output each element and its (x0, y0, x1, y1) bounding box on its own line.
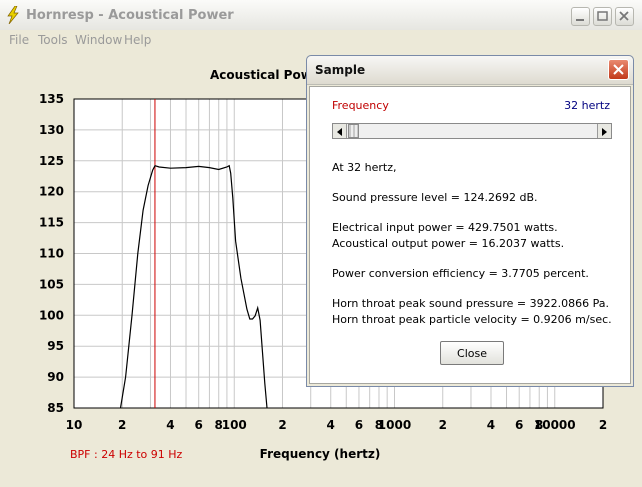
frequency-value: 32 hertz (564, 99, 610, 112)
menu-help[interactable]: Help (124, 33, 151, 47)
scroll-right-button[interactable] (597, 124, 611, 138)
x-tick-label: 4 (166, 418, 174, 432)
close-button-dialog[interactable]: Close (440, 341, 504, 365)
bpf-footnote: BPF : 24 Hz to 91 Hz (70, 448, 183, 461)
minimize-button[interactable] (571, 7, 590, 26)
title-bar[interactable]: Hornresp - Acoustical Power (0, 0, 642, 31)
x-tick-label: 10000 (534, 418, 576, 432)
menu-tools[interactable]: Tools (38, 33, 68, 47)
throat-velocity-text: Horn throat peak particle velocity = 0.9… (332, 313, 612, 326)
minimize-icon (576, 19, 584, 21)
slider-thumb[interactable] (348, 124, 359, 138)
x-tick-label: 100 (222, 418, 247, 432)
x-axis-label: Frequency (hertz) (260, 447, 381, 461)
y-tick-label: 90 (47, 370, 64, 384)
result-heading: At 32 hertz, (332, 161, 397, 174)
menu-file[interactable]: File (9, 33, 29, 47)
frequency-slider[interactable] (332, 123, 612, 139)
acoustical-power-text: Acoustical output power = 16.2037 watts. (332, 237, 565, 250)
dialog-close-x-button[interactable] (608, 59, 629, 80)
electrical-power-text: Electrical input power = 429.7501 watts. (332, 221, 558, 234)
dialog-title-bar[interactable]: Sample (307, 56, 633, 85)
x-tick-label: 6 (515, 418, 523, 432)
menu-bar: File Tools Window Help (0, 30, 642, 50)
spl-text: Sound pressure level = 124.2692 dB. (332, 191, 538, 204)
close-icon (619, 11, 629, 21)
maximize-button[interactable] (593, 7, 612, 26)
y-tick-label: 125 (39, 154, 64, 168)
x-tick-label: 2 (118, 418, 126, 432)
maximize-icon (597, 11, 608, 21)
menu-window[interactable]: Window (75, 33, 122, 47)
x-tick-label: 6 (195, 418, 203, 432)
y-tick-label: 130 (39, 123, 64, 137)
scroll-left-button[interactable] (333, 124, 347, 138)
close-icon (613, 64, 624, 75)
y-tick-label: 95 (47, 339, 64, 353)
y-tick-label: 100 (39, 308, 64, 322)
x-tick-label: 4 (327, 418, 335, 432)
x-tick-label: 6 (355, 418, 363, 432)
x-tick-label: 2 (278, 418, 286, 432)
x-tick-label: 10 (66, 418, 83, 432)
frequency-label: Frequency (332, 99, 389, 112)
efficiency-text: Power conversion efficiency = 3.7705 per… (332, 267, 589, 280)
scroll-right-icon (602, 128, 607, 136)
y-tick-label: 85 (47, 401, 64, 415)
throat-pressure-text: Horn throat peak sound pressure = 3922.0… (332, 297, 609, 310)
x-tick-label: 2 (599, 418, 607, 432)
sample-dialog: Sample Frequency 32 hertz At 32 hertz, S… (306, 55, 634, 387)
y-tick-label: 135 (39, 92, 64, 106)
dialog-body: Frequency 32 hertz At 32 hertz, Sound pr… (309, 86, 631, 384)
dialog-title: Sample (315, 63, 366, 77)
x-tick-label: 2 (439, 418, 447, 432)
x-tick-label: 4 (487, 418, 495, 432)
app-lightning-icon (7, 6, 19, 24)
x-tick-label: 1000 (378, 418, 411, 432)
y-tick-label: 105 (39, 277, 64, 291)
y-tick-label: 120 (39, 185, 64, 199)
close-button[interactable] (615, 7, 634, 26)
main-window: Hornresp - Acoustical Power File Tools W… (0, 0, 642, 483)
window-title: Hornresp - Acoustical Power (26, 8, 234, 23)
scroll-left-icon (337, 128, 342, 136)
y-tick-label: 115 (39, 216, 64, 230)
y-tick-label: 110 (39, 247, 64, 261)
